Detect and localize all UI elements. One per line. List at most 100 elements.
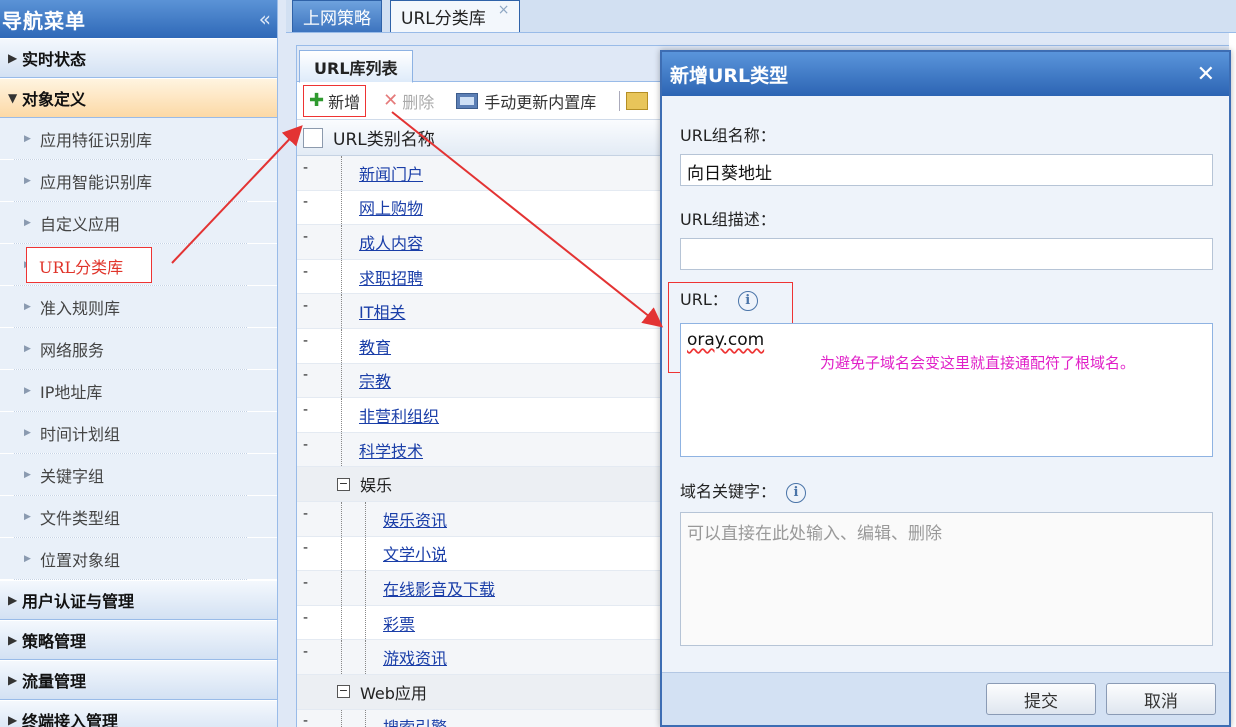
tree-line [341, 294, 342, 328]
keyword-textarea[interactable]: 可以直接在此处输入、编辑、删除 [680, 512, 1213, 646]
url-category-link[interactable]: 搜索引擎 [383, 714, 447, 727]
row-marker: - [303, 228, 309, 245]
nav-group-policy[interactable]: ▶ 策略管理 [0, 620, 277, 660]
nav-group-object-definition[interactable]: ▼ 对象定义 [0, 78, 277, 118]
nav-group-label: 流量管理 [22, 672, 87, 691]
collapse-icon[interactable]: « [259, 7, 271, 31]
collapse-tree-icon[interactable]: − [337, 477, 350, 491]
url-category-link[interactable]: 非营利组织 [359, 403, 439, 427]
nav-submenu: ▶应用特征识别库 ▶应用智能识别库 ▶自定义应用 ▶URL分类库 ▶准入规则库 … [0, 118, 277, 580]
folder-icon[interactable] [626, 91, 649, 110]
sidebar-item-access-rules[interactable]: ▶ 准入规则库 [0, 286, 277, 328]
tree-line [341, 605, 342, 640]
chevron-right-icon: ▶ [24, 301, 31, 312]
row-marker: - [303, 332, 309, 349]
nav-sidebar: 导航菜单 « ▶ 实时状态 ▼ 对象定义 ▶ 应用特征识别库 ▶ 应用智能识别库 ▶… [0, 0, 278, 727]
sidebar-item-label: 应用智能识别库 [40, 172, 153, 192]
url-category-link[interactable]: IT相关 [359, 299, 406, 323]
sidebar-item-network-service[interactable]: ▶ 网络服务 [0, 328, 277, 370]
row-marker: - [303, 367, 309, 384]
row-marker: - [303, 159, 309, 176]
tab-web-policy[interactable]: 上网策略 [292, 0, 382, 32]
dialog-titlebar: 新增URL类型 ✕ [662, 52, 1229, 96]
dialog-body: URL组名称： 向日葵地址 URL组描述： URL： i oray.com 为避免… [662, 96, 1229, 676]
tree-line [341, 536, 342, 571]
sidebar-item-app-smart[interactable]: ▶ 应用智能识别库 [0, 160, 277, 202]
url-category-link[interactable]: 教育 [359, 334, 391, 358]
sidebar-item-custom-app[interactable]: ▶ 自定义应用 [0, 202, 277, 244]
tree-line [365, 571, 366, 605]
tree-line [365, 640, 366, 674]
collapse-tree-icon[interactable]: − [337, 685, 350, 699]
url-category-link[interactable]: 文学小说 [383, 541, 447, 565]
group-name-input[interactable]: 向日葵地址 [680, 154, 1213, 186]
group-desc-label: URL组描述： [680, 210, 776, 229]
group-desc-input[interactable] [680, 238, 1213, 270]
close-icon[interactable]: ✕ [1197, 62, 1215, 87]
select-all-checkbox[interactable] [303, 127, 323, 148]
url-category-link[interactable]: 娱乐资讯 [383, 507, 447, 531]
tree-line [365, 605, 366, 640]
row-marker: - [303, 574, 309, 591]
sidebar-item-location-group[interactable]: ▶ 位置对象组 [0, 538, 277, 580]
chevron-right-icon: ▶ [24, 469, 31, 480]
nav-group-traffic[interactable]: ▶ 流量管理 [0, 660, 277, 700]
nav-group-label: 实时状态 [22, 50, 87, 69]
delete-button[interactable]: ✕ 删除 [378, 86, 439, 116]
row-marker: - [303, 436, 309, 453]
sidebar-title: 导航菜单 [2, 8, 86, 33]
sidebar-item-label: 关键字组 [40, 466, 105, 486]
update-library-button[interactable]: 手动更新内置库 [451, 86, 601, 116]
tree-line [341, 259, 342, 294]
sidebar-item-keyword-group[interactable]: ▶ 关键字组 [0, 454, 277, 496]
url-category-link[interactable]: 网上购物 [359, 195, 423, 219]
chevron-right-icon: ▶ [24, 385, 31, 396]
sidebar-item-label: URL分类库 [26, 246, 153, 283]
nav-group-terminal-access[interactable]: ▶ 终端接入管理 [0, 700, 277, 727]
add-button[interactable]: ✚ 新增 [303, 84, 367, 117]
sidebar-item-label: 准入规则库 [40, 298, 121, 318]
column-header-url-category[interactable]: URL类别名称 [333, 125, 435, 150]
url-category-link[interactable]: 彩票 [383, 611, 415, 635]
url-category-link[interactable]: 宗教 [359, 368, 391, 392]
chevron-right-icon: ▶ [8, 51, 18, 65]
url-category-link[interactable]: 游戏资讯 [383, 645, 447, 669]
nav-group-user-auth[interactable]: ▶ 用户认证与管理 [0, 580, 277, 620]
url-category-link[interactable]: 成人内容 [359, 230, 423, 254]
row-marker: - [303, 609, 309, 626]
cancel-button[interactable]: 取消 [1106, 683, 1216, 715]
tree-line [341, 190, 342, 225]
nav-group-realtime-status[interactable]: ▶ 实时状态 [0, 38, 277, 78]
close-icon[interactable]: × [498, 2, 510, 18]
tree-line [341, 363, 342, 398]
tree-line [365, 709, 366, 727]
keyword-label-row: 域名关键字： i [680, 478, 807, 503]
nav-group-label: 用户认证与管理 [22, 592, 135, 611]
tab-url-library-list[interactable]: URL库列表 [299, 50, 413, 83]
chevron-right-icon: ▶ [24, 217, 31, 228]
row-marker: - [303, 401, 309, 418]
sidebar-header: 导航菜单 « [0, 0, 277, 38]
submit-button[interactable]: 提交 [986, 683, 1096, 715]
chevron-right-icon: ▶ [24, 553, 31, 564]
sidebar-item-app-signature[interactable]: ▶ 应用特征识别库 [0, 118, 277, 160]
url-category-link[interactable]: 求职招聘 [359, 265, 423, 289]
sidebar-item-filetype-group[interactable]: ▶ 文件类型组 [0, 496, 277, 538]
toolbar-divider [619, 90, 621, 111]
url-category-link[interactable]: 在线影音及下载 [383, 576, 495, 600]
sidebar-item-label: 应用特征识别库 [40, 130, 153, 150]
tree-line [341, 328, 342, 363]
info-icon[interactable]: i [786, 482, 807, 503]
url-category-link[interactable]: 科学技术 [359, 438, 423, 462]
chevron-right-icon: ▶ [8, 633, 18, 647]
url-textarea[interactable]: oray.com [680, 323, 1213, 457]
sidebar-item-schedule-group[interactable]: ▶ 时间计划组 [0, 412, 277, 454]
sidebar-item-url-category[interactable]: ▶URL分类库 [0, 244, 277, 286]
dialog-footer: 提交 取消 [662, 672, 1229, 725]
url-category-link[interactable]: 新闻门户 [359, 161, 423, 185]
tab-url-category[interactable]: URL分类库 × [390, 0, 521, 32]
row-marker: - [303, 713, 309, 727]
tree-line [365, 536, 366, 571]
sidebar-item-ip-library[interactable]: ▶ IP地址库 [0, 370, 277, 412]
update-library-label: 手动更新内置库 [484, 92, 597, 112]
